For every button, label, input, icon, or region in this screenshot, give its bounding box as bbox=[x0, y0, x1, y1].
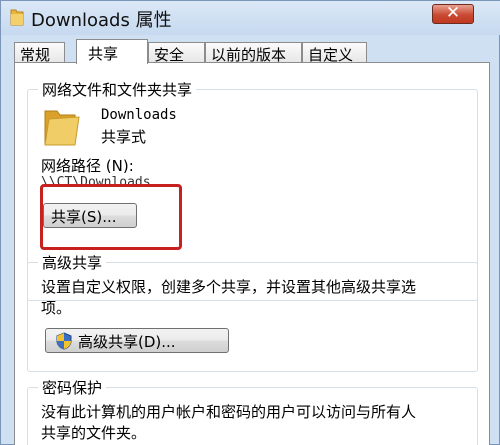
close-icon: ✕ bbox=[445, 3, 461, 23]
tab-general[interactable]: 常规 bbox=[14, 42, 65, 64]
title-bar[interactable]: Downloads 属性 ✕ bbox=[1, 1, 500, 35]
advanced-sharing-description: 设置自定义权限，创建多个共享，并设置其他高级共享选 项。 bbox=[41, 278, 417, 317]
large-folder-icon bbox=[44, 110, 80, 146]
network-path-label: 网络路径 (N): bbox=[41, 157, 134, 175]
sharing-tab-panel: 网络文件和文件夹共享 Downloads 共享式 网络路径 (N): \\CT\… bbox=[14, 62, 490, 445]
highlight-annotation bbox=[40, 184, 182, 250]
password-protection-description: 没有此计算机的用户帐户和密码的用户可以访问与所有人 共享的文件夹。 bbox=[41, 403, 417, 442]
tab-security[interactable]: 安全 bbox=[148, 42, 205, 64]
tab-sharing[interactable]: 共享 bbox=[76, 39, 148, 64]
folder-icon bbox=[10, 9, 24, 26]
folder-name: Downloads bbox=[101, 107, 177, 123]
password-protection-title: 密码保护 bbox=[38, 377, 107, 398]
share-status: 共享式 bbox=[101, 128, 147, 146]
window-title: Downloads 属性 bbox=[31, 10, 172, 31]
close-button[interactable]: ✕ bbox=[432, 3, 474, 24]
advanced-sharing-title: 高级共享 bbox=[38, 252, 107, 273]
tab-customize[interactable]: 自定义 bbox=[302, 42, 367, 64]
tab-previous-versions[interactable]: 以前的版本 bbox=[205, 42, 302, 64]
uac-shield-icon bbox=[56, 332, 72, 350]
network-sharing-title: 网络文件和文件夹共享 bbox=[38, 79, 197, 100]
properties-window: Downloads 属性 ✕ 常规 共享 安全 以前的版本 自定义 网络文件和文… bbox=[0, 0, 500, 445]
advanced-sharing-button[interactable]: 高级共享(D)... bbox=[45, 328, 229, 353]
